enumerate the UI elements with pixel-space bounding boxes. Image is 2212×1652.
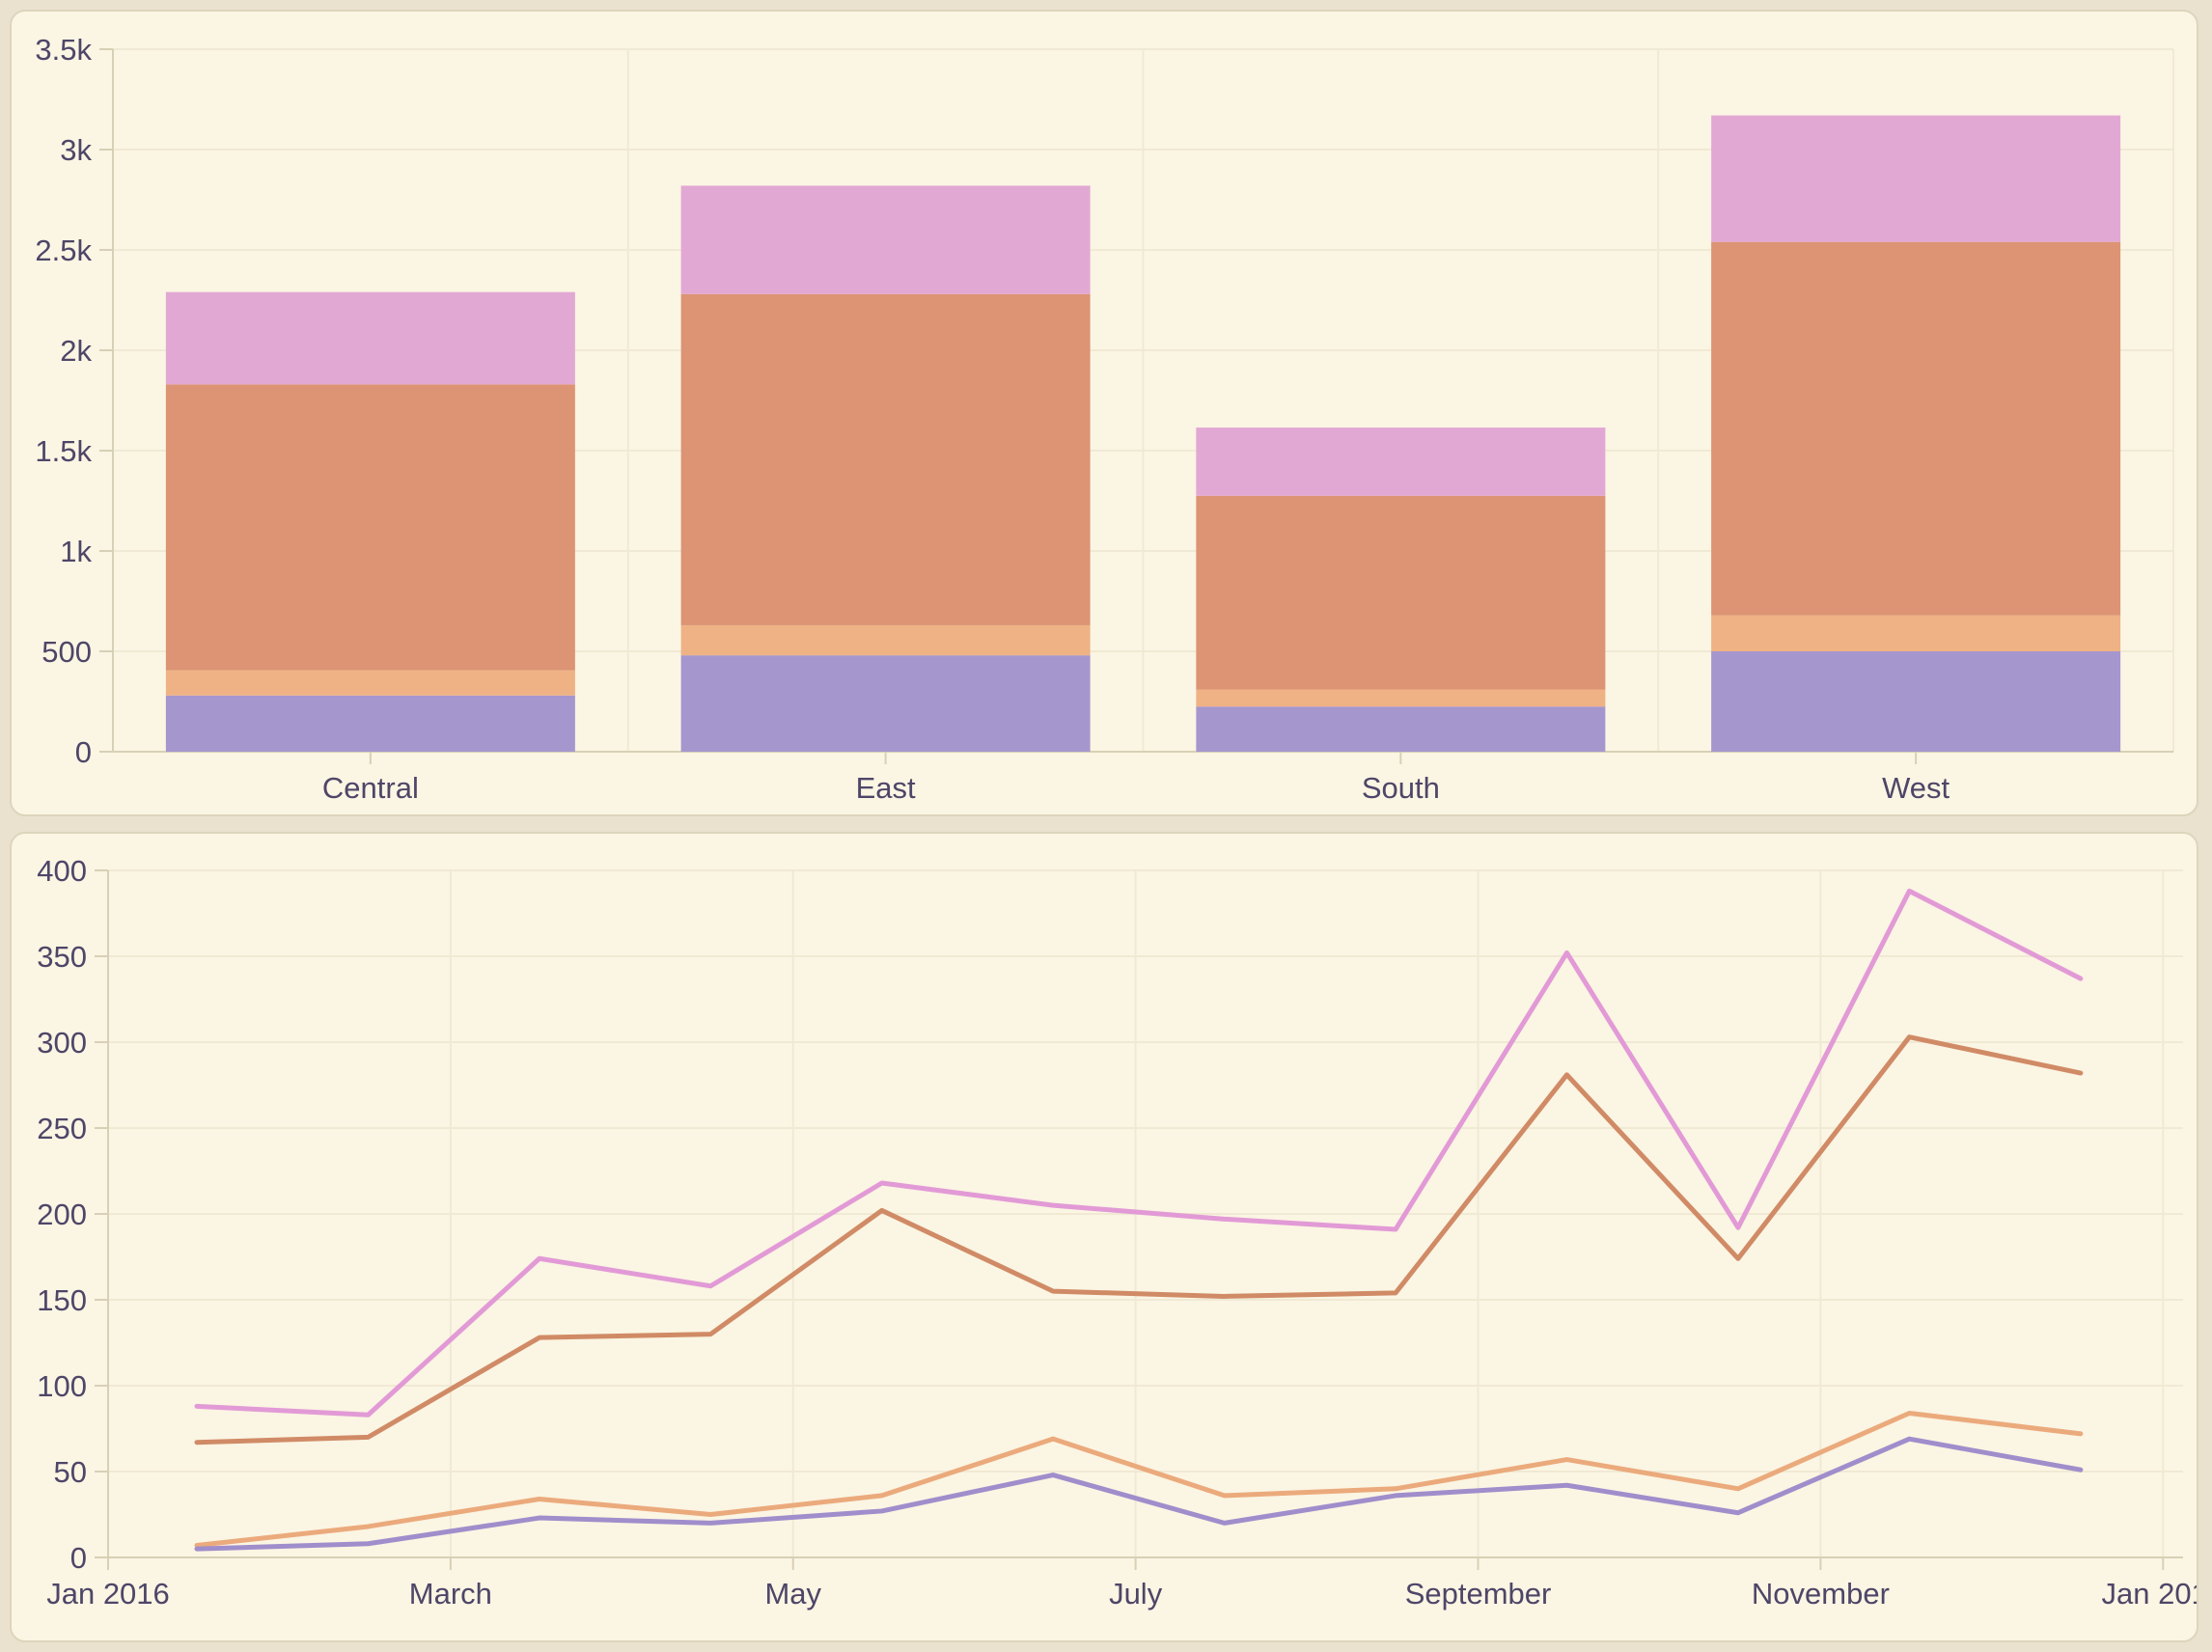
x-axis-month-label: May <box>764 1577 821 1611</box>
bar-central <box>166 292 575 752</box>
bar-segment-south-light-orange[interactable] <box>1196 690 1605 707</box>
y-axis-tick-label: 350 <box>37 940 87 974</box>
stacked-bar-chart-card: 0 500 1k 1.5k 2k 2.5k 3k 3.5k Central East South We… <box>10 10 2198 816</box>
line-series-purple[interactable] <box>197 1439 2081 1549</box>
x-axis-category-label: South <box>1362 771 1440 805</box>
x-axis-category-label: Central <box>322 771 419 805</box>
y-axis-tick-label: 400 <box>37 854 87 888</box>
y-axis-tick-label: 3.5k <box>35 33 92 67</box>
x-axis-month-label: March <box>409 1577 492 1611</box>
x-axis-month-label: Jan 2016 <box>46 1577 170 1611</box>
y-axis-tick-label: 300 <box>37 1026 87 1060</box>
bar-segment-west-salmon[interactable] <box>1711 242 2120 616</box>
x-axis-month-label: September <box>1405 1577 1552 1611</box>
bar-west <box>1711 116 2120 752</box>
bar-east <box>681 185 1091 752</box>
y-axis-tick-label: 0 <box>70 1541 87 1575</box>
bar-segment-central-purple[interactable] <box>166 696 575 752</box>
bar-segment-central-pink[interactable] <box>166 292 575 385</box>
bar-segment-east-light-orange[interactable] <box>681 625 1091 655</box>
bar-segment-west-pink[interactable] <box>1711 116 2120 242</box>
bar-segment-south-salmon[interactable] <box>1196 496 1605 690</box>
y-axis-tick-label: 3k <box>60 133 92 167</box>
bar-segment-west-light-orange[interactable] <box>1711 616 2120 651</box>
bar-segment-south-pink[interactable] <box>1196 427 1605 496</box>
y-axis-tick-label: 2k <box>60 334 92 368</box>
bar-segment-south-purple[interactable] <box>1196 706 1605 752</box>
y-axis-tick-label: 150 <box>37 1283 87 1317</box>
bar-segment-central-salmon[interactable] <box>166 384 575 670</box>
y-axis-tick-label: 1k <box>60 535 92 568</box>
x-axis-category-label: East <box>856 771 916 805</box>
y-axis-tick-label: 250 <box>37 1112 87 1145</box>
line-series-pink[interactable] <box>197 891 2081 1415</box>
x-axis-month-label: Jan 2017 <box>2101 1577 2197 1611</box>
y-axis-tick-label: 1.5k <box>35 434 92 468</box>
y-axis-tick-label: 200 <box>37 1198 87 1231</box>
x-axis-category-label: West <box>1882 771 1949 805</box>
charts-dashboard: { "theme": { "page_background": "#eae2ce… <box>0 0 2212 1652</box>
bar-segment-east-salmon[interactable] <box>681 294 1091 625</box>
y-axis-tick-label: 500 <box>41 635 92 669</box>
bar-segment-east-purple[interactable] <box>681 655 1091 752</box>
bar-segment-central-light-orange[interactable] <box>166 671 575 696</box>
line-chart-card: Jan 2016 March May July September November Jan… <box>10 832 2198 1642</box>
x-axis-month-label: July <box>1109 1577 1163 1611</box>
x-axis-month-label: November <box>1752 1577 1890 1611</box>
line-series-salmon[interactable] <box>197 1037 2081 1443</box>
stacked-bar-chart[interactable]: 0 500 1k 1.5k 2k 2.5k 3k 3.5k Central East South We… <box>12 12 2197 814</box>
y-axis-tick-label: 0 <box>75 735 92 769</box>
y-axis-tick-label: 100 <box>37 1369 87 1403</box>
bar-segment-west-purple[interactable] <box>1711 651 2120 752</box>
line-chart[interactable]: Jan 2016 March May July September November Jan… <box>12 834 2197 1640</box>
y-axis-tick-label: 50 <box>54 1455 87 1489</box>
bar-segment-east-pink[interactable] <box>681 185 1091 293</box>
y-axis-tick-label: 2.5k <box>35 234 92 267</box>
bar-south <box>1196 427 1605 752</box>
